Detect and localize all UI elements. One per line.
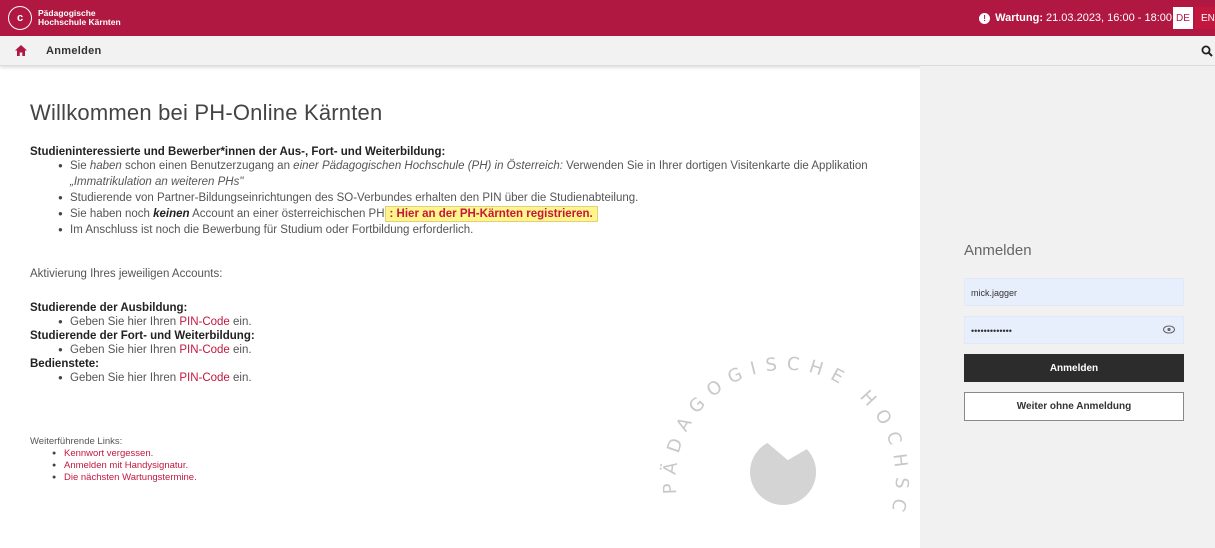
list-item: Geben Sie hier Ihren PIN-Code ein. xyxy=(58,314,630,330)
login-panel: Anmelden mick.jagger ••••••••••••• Anmel… xyxy=(920,66,1215,548)
search-icon[interactable] xyxy=(1201,45,1213,57)
maintenance-value: 21.03.2023, 16:00 - 18:00 xyxy=(1046,12,1172,24)
continue-without-login-button[interactable]: Weiter ohne Anmeldung xyxy=(964,392,1184,421)
password-field[interactable]: ••••••••••••• xyxy=(964,316,1184,344)
breadcrumb[interactable]: Anmelden xyxy=(46,45,102,57)
section-heading-ausbildung: Studierende der Ausbildung: xyxy=(30,302,188,314)
forgot-password-link[interactable]: Kennwort vergessen. xyxy=(64,448,153,459)
maintenance-dates-link[interactable]: Die nächsten Wartungstermine. xyxy=(64,472,197,483)
top-bar: c Pädagogische Hochschule Kärnten ! Wart… xyxy=(0,0,1215,36)
section-heading-fortbildung: Studierende der Fort- und Weiterbildung: xyxy=(30,330,255,342)
password-value: ••••••••••••• xyxy=(971,326,1012,336)
language-de-button[interactable]: DE xyxy=(1173,7,1193,29)
applicants-list: Sie haben schon einen Benutzerzugang an … xyxy=(58,158,910,238)
register-link[interactable]: : Hier an der PH-Kärnten registrieren. xyxy=(384,206,598,222)
language-en-button[interactable]: EN xyxy=(1195,7,1215,29)
logo-line-2: Hochschule Kärnten xyxy=(38,17,121,27)
activation-text: Aktivierung Ihres jeweiligen Accounts: xyxy=(30,268,223,280)
list-item: Sie haben schon einen Benutzerzugang an … xyxy=(58,158,910,190)
home-icon[interactable] xyxy=(14,44,28,57)
maintenance-label: Wartung: xyxy=(995,12,1043,24)
login-title: Anmelden xyxy=(964,242,1032,259)
maintenance-notice[interactable]: ! Wartung: 21.03.2023, 16:00 - 18:00 xyxy=(979,0,1172,36)
list-item: Studierende von Partner-Bildungseinricht… xyxy=(58,190,910,206)
pin-code-link-bedienstete[interactable]: PIN-Code xyxy=(179,372,230,384)
list-item: Die nächsten Wartungstermine. xyxy=(52,472,430,484)
mobile-signature-link[interactable]: Anmelden mit Handysignatur. xyxy=(64,460,188,471)
seal-watermark: PÄDAGOGISCHE HOCHSCHULE xyxy=(640,340,903,522)
username-field[interactable]: mick.jagger xyxy=(964,278,1184,306)
list-item: Geben Sie hier Ihren PIN-Code ein. xyxy=(58,342,630,358)
breadcrumb-bar: Anmelden xyxy=(0,36,1215,66)
list-item: Geben Sie hier Ihren PIN-Code ein. xyxy=(58,370,630,386)
list-item: Kennwort vergessen. xyxy=(52,448,430,460)
list-item: Sie haben noch keinen Account an einer ö… xyxy=(58,206,910,222)
links-heading: Weiterführende Links: xyxy=(30,436,123,447)
list-item: Im Anschluss ist noch die Bewerbung für … xyxy=(58,222,910,238)
logo-mark: c xyxy=(8,6,32,30)
page-title: Willkommen bei PH-Online Kärnten xyxy=(30,100,383,125)
info-icon: ! xyxy=(979,12,991,24)
pin-code-link-fortbildung[interactable]: PIN-Code xyxy=(179,344,230,356)
applicants-heading: Studieninteressierte und Bewerber*innen … xyxy=(30,146,446,158)
section-heading-bedienstete: Bedienstete: xyxy=(30,358,100,370)
list-item: Anmelden mit Handysignatur. xyxy=(52,460,430,472)
logo-text: Pädagogische Hochschule Kärnten xyxy=(38,9,121,27)
pin-code-link-ausbildung[interactable]: PIN-Code xyxy=(179,316,230,328)
eye-icon[interactable] xyxy=(1163,325,1175,334)
logo[interactable]: c Pädagogische Hochschule Kärnten xyxy=(8,6,121,30)
login-button[interactable]: Anmelden xyxy=(964,354,1184,382)
